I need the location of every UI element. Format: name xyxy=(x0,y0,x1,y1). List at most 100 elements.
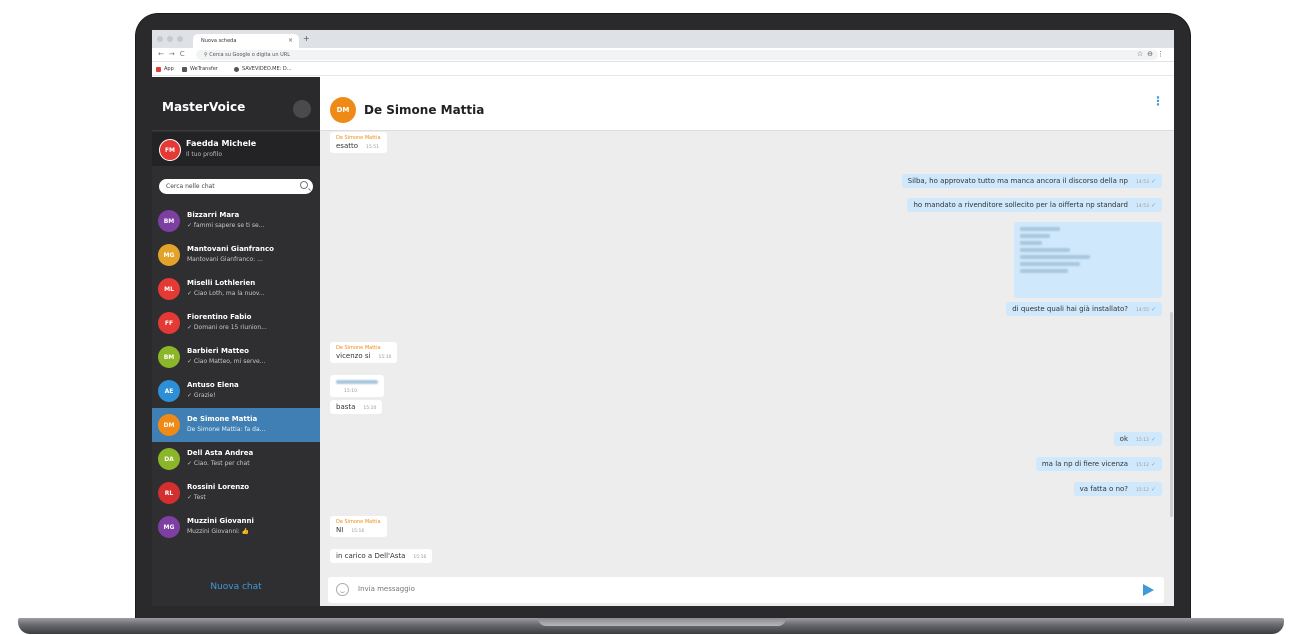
read-check-icon: ✓ xyxy=(1150,178,1156,185)
message-time: 15:16 xyxy=(351,529,365,534)
tab-title: Nuova scheda xyxy=(201,38,237,44)
chat-list-item[interactable]: MG Mantovani Gianfranco Mantovani Gianfran… xyxy=(152,238,320,272)
message-time: 14:53 xyxy=(1136,204,1149,209)
chat-preview: ✓ Ciao Loth, ma la nuov... xyxy=(187,290,265,297)
chat-name: Miselli Lothlerien xyxy=(187,279,256,287)
incoming-message[interactable]: De Simone Mattia vicenzo si 15:10 xyxy=(330,342,398,363)
message-input[interactable] xyxy=(358,585,1118,593)
chat-preview: Mantovani Gianfranco: ... xyxy=(187,256,263,263)
read-check-icon: ✓ xyxy=(1150,436,1156,443)
avatar: ML xyxy=(158,278,180,300)
address-bar[interactable]: ⚲ Cerca su Google o digita un URL xyxy=(196,50,1158,60)
browser-tab-strip: Nuova scheda × + xyxy=(152,30,1174,48)
read-check-icon: ✓ xyxy=(1150,461,1156,468)
outgoing-message[interactable] xyxy=(1014,222,1162,298)
message-sender: De Simone Mattia xyxy=(336,345,381,351)
new-chat-button[interactable]: Nuova chat xyxy=(152,582,320,592)
bookmark-savevideo[interactable]: SAVEVIDEO.ME: D... xyxy=(234,66,292,72)
bookmarks-bar: App WeTransfer SAVEVIDEO.ME: D... xyxy=(152,62,1174,76)
message-text: ho mandato a rivenditore sollecito per l… xyxy=(913,201,1128,209)
chat-list-item[interactable]: DM De Simone Mattia De Simone Mattia: fa d… xyxy=(152,408,320,442)
send-icon[interactable] xyxy=(1143,584,1154,596)
message-time: 15:10 xyxy=(378,355,392,360)
search-input[interactable]: Cerca nelle chat xyxy=(159,179,313,194)
message-time: 15:16 xyxy=(413,555,427,560)
chat-list-item[interactable]: BM Barbieri Matteo ✓ Ciao Matteo, mi serve… xyxy=(152,340,320,374)
avatar: FM xyxy=(159,139,181,161)
chat-name: Antuso Elena xyxy=(187,381,239,389)
chat-list-item[interactable]: DA Dell Asta Andrea ✓ Ciao. Test per chat xyxy=(152,442,320,476)
emoji-icon[interactable] xyxy=(336,583,349,596)
bookmark-wetransfer[interactable]: WeTransfer xyxy=(182,66,218,72)
message-time: 15:12 xyxy=(1136,488,1149,493)
message-time: 15:10 xyxy=(363,406,377,411)
message-text: di queste quali hai già installato? xyxy=(1012,305,1128,313)
apps-icon xyxy=(156,66,161,72)
nav-buttons[interactable]: ←→C xyxy=(158,50,190,58)
message-time: 15:12 xyxy=(1136,463,1149,468)
laptop-notch xyxy=(538,618,786,626)
chat-pane: DM De Simone Mattia ⋮ De Simone Mattia es… xyxy=(320,77,1174,606)
message-text: ok xyxy=(1119,435,1128,443)
chat-list-item[interactable]: RL Rossini Lorenzo ✓ Test xyxy=(152,476,320,510)
avatar: RL xyxy=(158,482,180,504)
chat-preview: ✓ fammi sapere se ti se... xyxy=(187,222,265,229)
outgoing-message[interactable]: va fatta o no? 15:12 ✓ xyxy=(1073,482,1162,496)
outgoing-message[interactable]: Silba, ho approvato tutto ma manca ancor… xyxy=(901,174,1162,188)
incoming-message[interactable]: De Simone Mattia esatto 15:51 xyxy=(330,132,387,153)
chat-name: Rossini Lorenzo xyxy=(187,483,250,491)
outgoing-message[interactable]: di queste quali hai già installato? 14:55… xyxy=(1006,302,1162,316)
sidebar: MasterVoice FM Faedda Michele Il tuo pro… xyxy=(152,77,320,606)
read-check-icon: ✓ xyxy=(1150,202,1156,209)
scrollbar[interactable] xyxy=(1170,312,1173,517)
browser-toolbar: ←→C ⚲ Cerca su Google o digita un URL ☆⊖… xyxy=(152,48,1174,62)
profile-name: Faedda Michele xyxy=(186,139,257,148)
incoming-message[interactable]: basta 15:10 xyxy=(330,400,383,414)
chat-name: Muzzini Giovanni xyxy=(187,517,254,525)
message-time: 14:53 xyxy=(1136,180,1149,185)
chat-preview: Muzzini Giovanni: 👍 xyxy=(187,528,250,535)
tab-close-icon[interactable]: × xyxy=(288,37,293,44)
chat-preview: ✓ Grazie! xyxy=(187,392,216,399)
chat-preview: ✓ Test xyxy=(187,494,206,501)
message-list: De Simone Mattia esatto 15:51 Silba, ho app… xyxy=(320,132,1174,572)
avatar: FF xyxy=(158,312,180,334)
chat-list: BM Bizzarri Mara ✓ fammi sapere se ti se..… xyxy=(152,204,320,544)
chat-list-item[interactable]: BM Bizzarri Mara ✓ fammi sapere se ti se..… xyxy=(152,204,320,238)
wetransfer-icon xyxy=(182,66,187,72)
chat-list-item[interactable]: MG Muzzini Giovanni Muzzini Giovanni: 👍 xyxy=(152,510,320,544)
avatar: DA xyxy=(158,448,180,470)
chat-preview: ✓ Ciao Matteo, mi serve... xyxy=(187,358,266,365)
chat-name: Fiorentino Fabio xyxy=(187,313,252,321)
outgoing-message[interactable]: ho mandato a rivenditore sollecito per l… xyxy=(907,198,1162,212)
avatar: BM xyxy=(158,346,180,368)
chat-list-item[interactable]: ML Miselli Lothlerien ✓ Ciao Loth, ma la n… xyxy=(152,272,320,306)
chat-list-item[interactable]: FF Fiorentino Fabio ✓ Domani ore 15 riunio… xyxy=(152,306,320,340)
chat-name: Dell Asta Andrea xyxy=(187,449,254,457)
bookmark-apps[interactable]: App xyxy=(156,66,174,72)
outgoing-message[interactable]: ok 15:12 ✓ xyxy=(1113,432,1162,446)
app-title: MasterVoice xyxy=(162,100,246,114)
message-time: 14:55 xyxy=(1136,308,1149,313)
message-text: ma la np di fiere vicenza xyxy=(1041,460,1128,468)
incoming-message[interactable]: 15:10 xyxy=(330,375,384,397)
chat-preview: ✓ Ciao. Test per chat xyxy=(187,460,250,467)
contact-name: De Simone Mattia xyxy=(364,103,485,117)
browser-tab[interactable]: Nuova scheda × xyxy=(193,34,299,48)
outgoing-message[interactable]: ma la np di fiere vicenza 15:12 ✓ xyxy=(1035,457,1162,471)
contact-avatar: DM xyxy=(330,97,356,123)
search-icon[interactable] xyxy=(300,181,308,189)
message-text: esatto xyxy=(336,142,359,150)
incoming-message[interactable]: De Simone Mattia NI 15:16 xyxy=(330,516,387,537)
new-tab-button[interactable]: + xyxy=(303,34,310,43)
window-controls[interactable] xyxy=(157,36,183,42)
chat-list-item[interactable]: AE Antuso Elena ✓ Grazie! xyxy=(152,374,320,408)
profile-item[interactable]: FM Faedda Michele Il tuo profilo xyxy=(152,132,320,166)
message-time: 15:12 xyxy=(1136,438,1149,443)
incoming-message[interactable]: in carico a Dell'Asta 15:16 xyxy=(330,549,433,563)
avatar: AE xyxy=(158,380,180,402)
more-options-icon[interactable]: ⋮ xyxy=(1152,95,1164,107)
star-icon[interactable]: ☆⊖⋮ xyxy=(1137,50,1168,58)
message-text: in carico a Dell'Asta xyxy=(336,552,406,560)
menu-button[interactable] xyxy=(293,100,311,118)
